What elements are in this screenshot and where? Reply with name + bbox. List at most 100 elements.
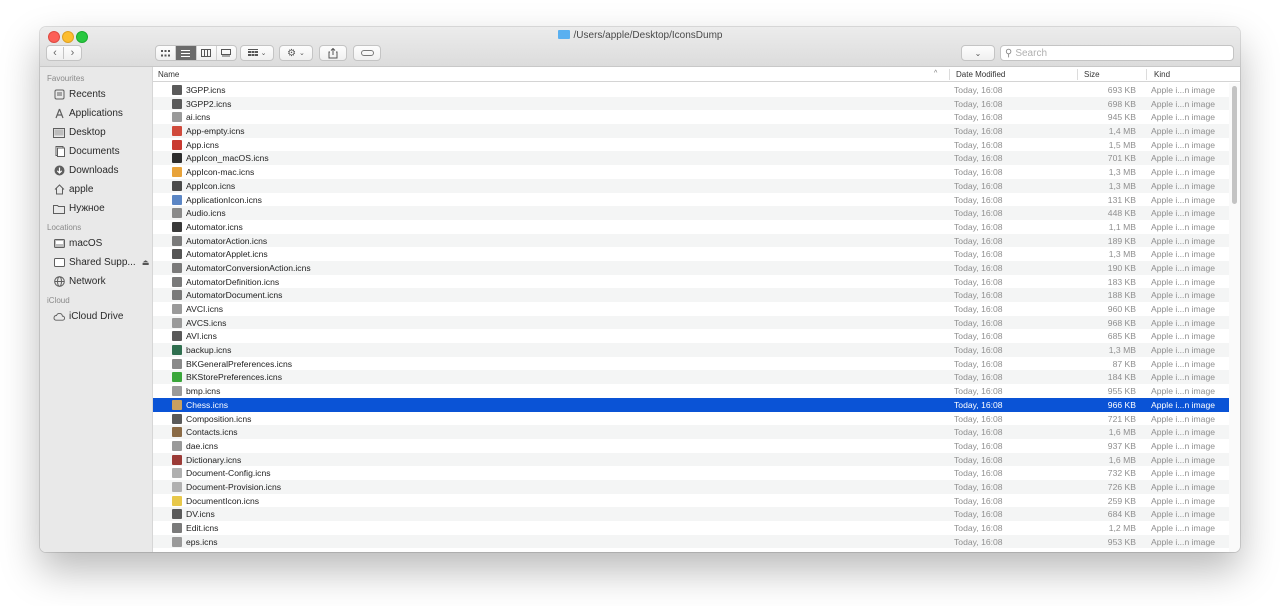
- file-row[interactable]: App.icns Today, 16:08 1,5 MB Apple i...n im…: [153, 138, 1229, 152]
- file-kind: Apple i...n image: [1151, 536, 1216, 547]
- file-row[interactable]: Automator.icns Today, 16:08 1,1 MB Apple i.…: [153, 220, 1229, 234]
- file-row[interactable]: eps.icns Today, 16:08 953 KB Apple i...n im…: [153, 534, 1229, 549]
- file-date-modified: Today, 16:08: [954, 208, 1003, 219]
- file-icon: [172, 153, 182, 164]
- file-row[interactable]: ApplicationIcon.icns Today, 16:08 131 KB Ap…: [153, 193, 1229, 207]
- group-by-button[interactable]: ⌄: [240, 45, 274, 61]
- sidebar-item-macos[interactable]: macOS: [40, 234, 152, 253]
- recents-icon: [53, 89, 65, 100]
- file-row[interactable]: AppIcon-mac.icns Today, 16:08 1,3 MB Apple …: [153, 165, 1229, 179]
- file-row[interactable]: 3GPP.icns Today, 16:08 693 KB Apple i...n i…: [153, 83, 1229, 97]
- file-row[interactable]: AppIcon.icns Today, 16:08 1,3 MB Apple i...…: [153, 178, 1229, 193]
- file-row[interactable]: AVCI.icns Today, 16:08 960 KB Apple i...n i…: [153, 302, 1229, 316]
- file-size: 968 KB: [1107, 317, 1136, 328]
- file-row[interactable]: AVI.icns Today, 16:08 685 KB Apple i...n im…: [153, 329, 1229, 343]
- search-input[interactable]: [1015, 47, 1216, 59]
- file-row[interactable]: Document-Provision.icns Today, 16:08 726 K…: [153, 479, 1229, 494]
- file-icon: [172, 413, 182, 424]
- file-row[interactable]: backup.icns Today, 16:08 1,3 MB Apple i...n…: [153, 343, 1229, 357]
- file-row[interactable]: AutomatorApplet.icns Today, 16:08 1,3 MB Ap…: [153, 247, 1229, 261]
- file-row[interactable]: Audio.icns Today, 16:08 448 KB Apple i...n …: [153, 206, 1229, 220]
- file-date-modified: Today, 16:08: [954, 98, 1003, 109]
- icon-view-button[interactable]: [156, 46, 177, 60]
- file-name: AppIcon_macOS.icns: [186, 153, 269, 164]
- column-view-button[interactable]: [197, 46, 217, 60]
- file-row[interactable]: Dictionary.icns Today, 16:08 1,6 MB Apple i…: [153, 452, 1229, 467]
- gallery-view-button[interactable]: [217, 46, 236, 60]
- titlebar: /Users/apple/Desktop/IconsDump ‹ › ⌄ ⚙ ⌄…: [40, 27, 1240, 67]
- sidebar-item-icloud-drive[interactable]: iCloud Drive: [40, 307, 152, 326]
- file-name: DocumentIcon.icns: [186, 495, 260, 506]
- file-row[interactable]: AppIcon_macOS.icns Today, 16:08 701 KB Appl…: [153, 151, 1229, 166]
- file-row[interactable]: BKStorePreferences.icns Today, 16:08 184 K…: [153, 370, 1229, 385]
- share-button[interactable]: [319, 45, 347, 61]
- file-row[interactable]: App-empty.icns Today, 16:08 1,4 MB Apple i.…: [153, 124, 1229, 138]
- file-date-modified: Today, 16:08: [954, 468, 1003, 479]
- sidebar-item-home[interactable]: apple: [40, 180, 152, 199]
- file-icon: [172, 427, 182, 438]
- file-row[interactable]: AutomatorAction.icns Today, 16:08 189 KB Ap…: [153, 233, 1229, 248]
- file-icon: [172, 345, 182, 356]
- home-icon: [53, 184, 65, 195]
- column-date-header[interactable]: Date Modified: [956, 70, 1005, 79]
- sort-ascending-icon: ^: [934, 70, 938, 77]
- eject-icon[interactable]: ⏏: [142, 258, 150, 267]
- file-icon: [172, 440, 182, 451]
- file-kind: Apple i...n image: [1151, 290, 1216, 301]
- file-row[interactable]: Composition.icns Today, 16:08 721 KB Apple …: [153, 412, 1229, 426]
- path-dropdown[interactable]: ⌄: [961, 45, 995, 61]
- sidebar-item-applications[interactable]: Applications: [40, 104, 152, 123]
- file-icon: [172, 180, 182, 191]
- sidebar-item-folder[interactable]: Нужное: [40, 199, 152, 218]
- file-icon: [172, 276, 182, 287]
- file-kind: Apple i...n image: [1151, 221, 1216, 232]
- list-view-button[interactable]: [176, 46, 197, 60]
- sidebar-item-network[interactable]: Network: [40, 272, 152, 291]
- column-size-header[interactable]: Size: [1084, 70, 1100, 79]
- sidebar-item-recents[interactable]: Recents: [40, 85, 152, 104]
- action-menu-button[interactable]: ⚙ ⌄: [279, 45, 313, 61]
- list-icon: [181, 49, 191, 57]
- sidebar-item-documents[interactable]: Documents: [40, 142, 152, 161]
- forward-button[interactable]: ›: [64, 47, 81, 59]
- file-size: 1,4 MB: [1108, 126, 1136, 137]
- navigation-buttons: ‹ ›: [46, 45, 82, 61]
- file-row[interactable]: dae.icns Today, 16:08 937 KB Apple i...n im…: [153, 439, 1229, 453]
- file-size: 726 KB: [1107, 481, 1136, 492]
- file-row[interactable]: BKGeneralPreferences.icns Today, 16:08 87 …: [153, 357, 1229, 371]
- scrollbar-thumb[interactable]: [1232, 86, 1237, 204]
- vertical-scrollbar[interactable]: [1229, 83, 1240, 552]
- file-row[interactable]: DocumentIcon.icns Today, 16:08 259 KB Apple…: [153, 494, 1229, 508]
- file-size: 937 KB: [1107, 440, 1136, 451]
- file-icon: [172, 98, 182, 109]
- file-name: eps.icns: [186, 536, 218, 547]
- file-row[interactable]: Chess.icns Today, 16:08 966 KB Apple i...n …: [153, 397, 1229, 412]
- file-row[interactable]: Edit.icns Today, 16:08 1,2 MB Apple i...n i…: [153, 521, 1229, 535]
- file-row[interactable]: DV.icns Today, 16:08 684 KB Apple i...n ima…: [153, 507, 1229, 521]
- file-row[interactable]: AutomatorDefinition.icns Today, 16:08 183 …: [153, 275, 1229, 289]
- file-date-modified: Today, 16:08: [954, 523, 1003, 533]
- file-name: BKGeneralPreferences.icns: [186, 358, 293, 369]
- sidebar-item-shared-support[interactable]: Shared Supp... ⏏: [40, 253, 152, 272]
- column-name-header[interactable]: Name: [158, 70, 179, 79]
- file-date-modified: Today, 16:08: [954, 317, 1003, 328]
- tags-button[interactable]: [353, 45, 381, 61]
- column-kind-header[interactable]: Kind: [1154, 70, 1170, 79]
- file-row[interactable]: 3GPP2.icns Today, 16:08 698 KB Apple i...n …: [153, 96, 1229, 111]
- file-row[interactable]: AutomatorConversionAction.icns Today, 16:…: [153, 260, 1229, 275]
- sidebar-item-desktop[interactable]: Desktop: [40, 123, 152, 142]
- file-row[interactable]: Contacts.icns Today, 16:08 1,6 MB Apple i..…: [153, 425, 1229, 439]
- file-size: 183 KB: [1107, 276, 1136, 287]
- file-row[interactable]: bmp.icns Today, 16:08 955 KB Apple i...n im…: [153, 384, 1229, 398]
- file-name: Chess.icns: [186, 399, 229, 410]
- file-row[interactable]: AutomatorDocument.icns Today, 16:08 188 KB…: [153, 288, 1229, 302]
- back-button[interactable]: ‹: [47, 47, 65, 59]
- search-field[interactable]: ⚲: [1000, 45, 1234, 61]
- file-row[interactable]: Document-Config.icns Today, 16:08 732 KB Ap…: [153, 466, 1229, 480]
- file-size: 184 KB: [1107, 372, 1136, 383]
- file-row[interactable]: ai.icns Today, 16:08 945 KB Apple i...n ima…: [153, 110, 1229, 124]
- file-row[interactable]: AVCS.icns Today, 16:08 968 KB Apple i...n i…: [153, 315, 1229, 330]
- file-kind: Apple i...n image: [1151, 331, 1216, 342]
- file-name: 3GPP.icns: [186, 85, 226, 95]
- sidebar-item-downloads[interactable]: Downloads: [40, 161, 152, 180]
